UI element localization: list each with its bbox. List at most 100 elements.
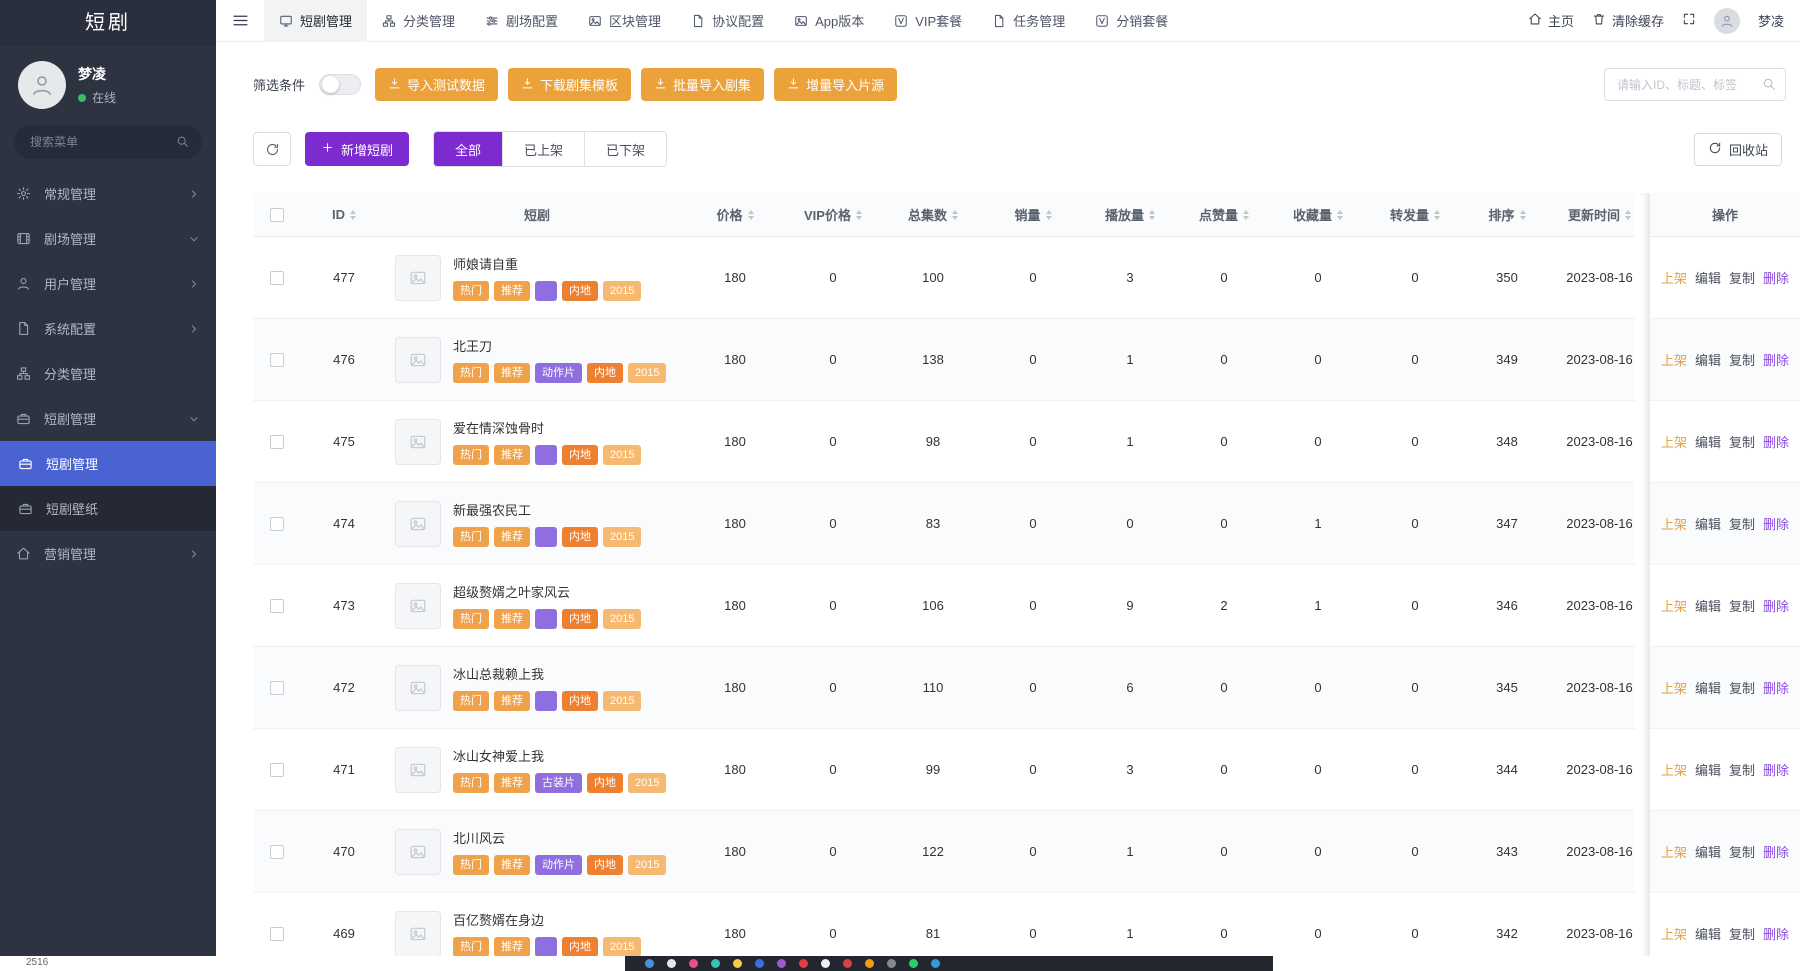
sidebar-item-theater[interactable]: 剧场管理 [0, 216, 216, 261]
taskbar-app-icon-2[interactable] [689, 959, 698, 968]
action-delete-link[interactable]: 删除 [1763, 924, 1789, 943]
status-tab-2[interactable]: 已下架 [584, 132, 666, 166]
action-copy-link[interactable]: 复制 [1729, 350, 1755, 369]
taskbar-app-icon-12[interactable] [909, 959, 918, 968]
nav-tab-1[interactable]: 分类管理 [367, 0, 470, 42]
row-checkbox[interactable] [270, 599, 284, 613]
col-header-favorites[interactable]: 收藏量 [1271, 205, 1365, 224]
action-edit-link[interactable]: 编辑 [1695, 678, 1721, 697]
action-copy-link[interactable]: 复制 [1729, 514, 1755, 533]
row-checkbox[interactable] [270, 927, 284, 941]
nav-tab-8[interactable]: 分销套餐 [1080, 0, 1183, 42]
col-header-id[interactable]: ID [301, 207, 387, 222]
action-copy-link[interactable]: 复制 [1729, 842, 1755, 861]
taskbar-app-icon-0[interactable] [645, 959, 654, 968]
col-header-sort[interactable]: 排序 [1465, 205, 1549, 224]
taskbar-app-icon-6[interactable] [777, 959, 786, 968]
taskbar-app-icon-10[interactable] [865, 959, 874, 968]
sidebar-item-users[interactable]: 用户管理 [0, 261, 216, 306]
action-copy-link[interactable]: 复制 [1729, 678, 1755, 697]
incremental-import-button[interactable]: 增量导入片源 [774, 68, 897, 101]
status-tab-0[interactable]: 全部 [434, 132, 502, 166]
action-copy-link[interactable]: 复制 [1729, 924, 1755, 943]
taskbar-app-icon-8[interactable] [821, 959, 830, 968]
action-delete-link[interactable]: 删除 [1763, 432, 1789, 451]
sidebar-item-marketing[interactable]: 营销管理 [0, 531, 216, 576]
taskbar-app-icon-11[interactable] [887, 959, 896, 968]
nav-tab-0[interactable]: 短剧管理 [264, 0, 367, 42]
action-publish-link[interactable]: 上架 [1661, 760, 1687, 779]
action-copy-link[interactable]: 复制 [1729, 268, 1755, 287]
row-checkbox[interactable] [270, 353, 284, 367]
taskbar-app-icon-3[interactable] [711, 959, 720, 968]
action-edit-link[interactable]: 编辑 [1695, 924, 1721, 943]
action-publish-link[interactable]: 上架 [1661, 678, 1687, 697]
nav-tab-6[interactable]: VIP套餐 [879, 0, 977, 42]
hamburger-menu-icon[interactable] [216, 0, 264, 42]
col-header-price[interactable]: 价格 [687, 205, 783, 224]
sidebar-item-category[interactable]: 分类管理 [0, 351, 216, 396]
table-search-input[interactable] [1604, 68, 1786, 101]
action-publish-link[interactable]: 上架 [1661, 596, 1687, 615]
action-publish-link[interactable]: 上架 [1661, 514, 1687, 533]
action-publish-link[interactable]: 上架 [1661, 924, 1687, 943]
col-header-likes[interactable]: 点赞量 [1177, 205, 1271, 224]
action-edit-link[interactable]: 编辑 [1695, 596, 1721, 615]
clear-cache-button[interactable]: 清除缓存 [1592, 11, 1664, 30]
refresh-button[interactable] [253, 132, 291, 166]
action-delete-link[interactable]: 删除 [1763, 596, 1789, 615]
filter-toggle[interactable] [319, 74, 361, 95]
action-delete-link[interactable]: 删除 [1763, 842, 1789, 861]
action-delete-link[interactable]: 删除 [1763, 268, 1789, 287]
batch-import-button[interactable]: 批量导入剧集 [641, 68, 764, 101]
user-avatar[interactable] [18, 61, 66, 109]
import-test-data-button[interactable]: 导入测试数据 [375, 68, 498, 101]
action-delete-link[interactable]: 删除 [1763, 760, 1789, 779]
menu-search-input[interactable] [14, 125, 202, 159]
taskbar-app-icon-9[interactable] [843, 959, 852, 968]
col-header-sales[interactable]: 销量 [983, 205, 1083, 224]
recycle-bin-button[interactable]: 回收站 [1694, 133, 1782, 166]
nav-tab-3[interactable]: 区块管理 [573, 0, 676, 42]
nav-tab-7[interactable]: 任务管理 [977, 0, 1080, 42]
add-drama-button[interactable]: 新增短剧 [305, 132, 409, 166]
download-template-button[interactable]: 下载剧集模板 [508, 68, 631, 101]
row-checkbox[interactable] [270, 435, 284, 449]
row-checkbox[interactable] [270, 763, 284, 777]
sidebar-item-general[interactable]: 常规管理 [0, 171, 216, 216]
action-copy-link[interactable]: 复制 [1729, 432, 1755, 451]
user-avatar[interactable] [1714, 8, 1740, 34]
action-copy-link[interactable]: 复制 [1729, 760, 1755, 779]
sidebar-item-drama-wallpaper[interactable]: 短剧壁纸 [0, 486, 216, 531]
row-checkbox[interactable] [270, 271, 284, 285]
sidebar-item-drama[interactable]: 短剧管理 [0, 396, 216, 441]
action-edit-link[interactable]: 编辑 [1695, 268, 1721, 287]
action-publish-link[interactable]: 上架 [1661, 432, 1687, 451]
action-edit-link[interactable]: 编辑 [1695, 842, 1721, 861]
taskbar-app-icon-1[interactable] [667, 959, 676, 968]
action-delete-link[interactable]: 删除 [1763, 350, 1789, 369]
action-publish-link[interactable]: 上架 [1661, 842, 1687, 861]
taskbar-app-icon-13[interactable] [931, 959, 940, 968]
action-edit-link[interactable]: 编辑 [1695, 350, 1721, 369]
action-edit-link[interactable]: 编辑 [1695, 760, 1721, 779]
action-publish-link[interactable]: 上架 [1661, 350, 1687, 369]
taskbar-app-icon-4[interactable] [733, 959, 742, 968]
action-delete-link[interactable]: 删除 [1763, 514, 1789, 533]
row-checkbox[interactable] [270, 681, 284, 695]
nav-tab-5[interactable]: App版本 [779, 0, 879, 42]
sidebar-item-system-config[interactable]: 系统配置 [0, 306, 216, 351]
taskbar-app-icon-7[interactable] [799, 959, 808, 968]
select-all-checkbox[interactable] [270, 208, 284, 222]
row-checkbox[interactable] [270, 845, 284, 859]
action-copy-link[interactable]: 复制 [1729, 596, 1755, 615]
action-publish-link[interactable]: 上架 [1661, 268, 1687, 287]
nav-tab-4[interactable]: 协议配置 [676, 0, 779, 42]
col-header-shares[interactable]: 转发量 [1365, 205, 1465, 224]
user-name[interactable]: 梦凌 [1758, 11, 1784, 30]
row-checkbox[interactable] [270, 517, 284, 531]
taskbar-app-icon-5[interactable] [755, 959, 764, 968]
sidebar-item-drama-manage[interactable]: 短剧管理 [0, 441, 216, 486]
col-header-plays[interactable]: 播放量 [1083, 205, 1177, 224]
col-header-episodes[interactable]: 总集数 [883, 205, 983, 224]
